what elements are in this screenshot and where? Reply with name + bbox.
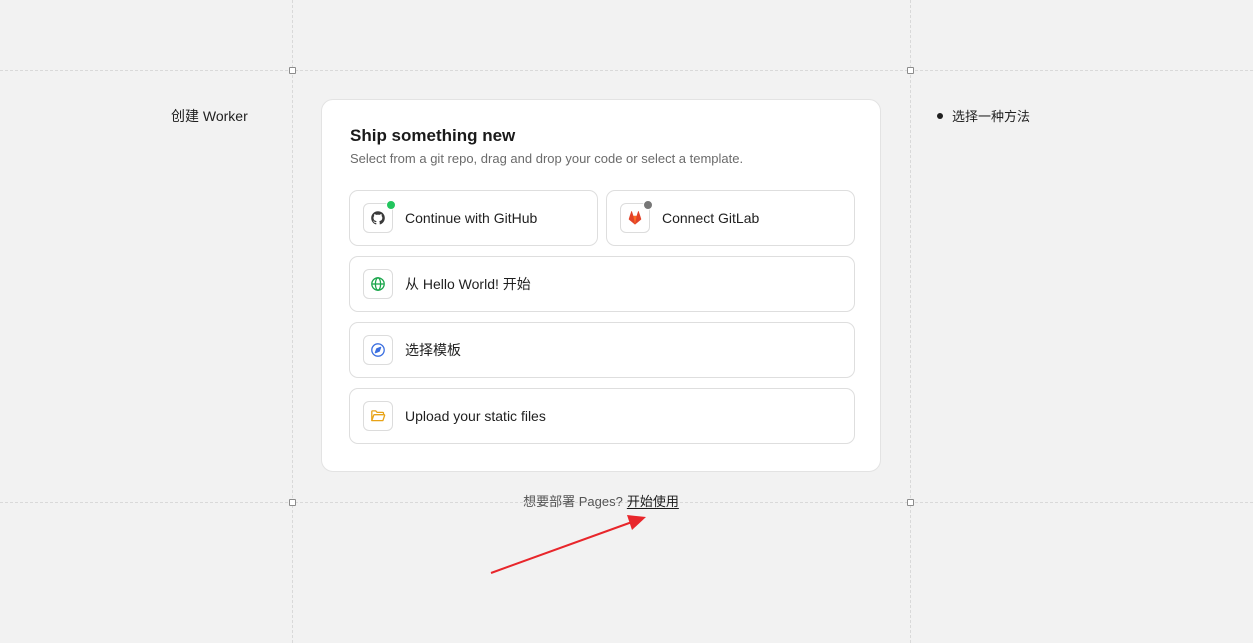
- annotation-arrow-icon: [490, 515, 646, 574]
